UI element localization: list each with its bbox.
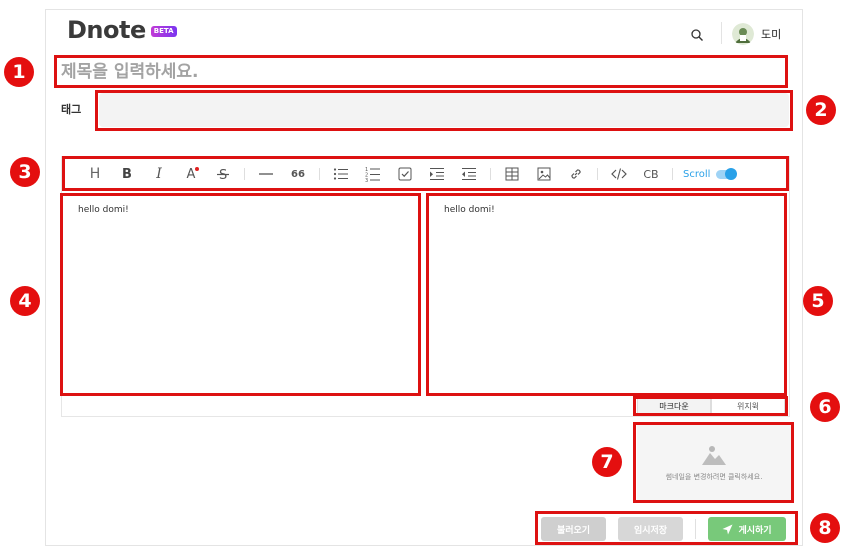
logo[interactable]: Dnote BETA: [67, 16, 177, 44]
toolbar-divider: [319, 168, 320, 180]
scroll-sync-label: Scroll: [683, 168, 711, 180]
username[interactable]: 도미: [761, 26, 781, 42]
publish-label: 게시하기: [738, 525, 772, 536]
indent-icon: [430, 168, 444, 180]
heading-button[interactable]: H: [82, 160, 108, 188]
annotation-marker-8: 8: [810, 513, 840, 543]
avatar[interactable]: [732, 23, 754, 45]
tag-input[interactable]: [99, 93, 789, 127]
beta-badge: BETA: [150, 25, 177, 37]
tag-label: 태그: [61, 103, 82, 116]
annotation-marker-5: 5: [803, 286, 833, 316]
markdown-editor[interactable]: hello domi!: [62, 195, 419, 394]
table-icon: [505, 167, 519, 181]
toolbar-divider: [672, 168, 673, 180]
indent-button[interactable]: [424, 160, 450, 188]
title-input[interactable]: [58, 58, 785, 86]
header-divider: [721, 22, 722, 44]
svg-text:3: 3: [365, 178, 368, 182]
image-button[interactable]: [531, 160, 557, 188]
annotation-marker-3: 3: [10, 157, 40, 187]
preview-text: hello domi!: [444, 205, 495, 215]
annotation-marker-2: 2: [806, 95, 836, 125]
toolbar-divider: [490, 168, 491, 180]
image-icon: [537, 167, 551, 181]
load-button[interactable]: 불러오기: [541, 517, 606, 541]
toolbar-divider: [244, 168, 245, 180]
scroll-sync-toggle[interactable]: [716, 167, 738, 180]
link-icon: [571, 169, 581, 179]
thumbnail-image-icon: [702, 445, 726, 465]
markdown-text: hello domi!: [78, 205, 129, 215]
link-button[interactable]: [563, 160, 589, 188]
search-icon[interactable]: [690, 27, 704, 41]
strikethrough-button[interactable]: S: [210, 160, 236, 188]
bold-button[interactable]: B: [114, 160, 140, 188]
editor-toolbar: H B I A S 66 123 CB Scroll: [66, 160, 786, 188]
bullet-list-button[interactable]: [328, 160, 354, 188]
annotation-marker-1: 1: [4, 57, 34, 87]
bullet-list-icon: [333, 168, 348, 180]
red-dot-icon: [195, 167, 199, 171]
text-color-button[interactable]: A: [178, 160, 204, 188]
annotation-marker-4: 4: [10, 286, 40, 316]
checkbox-icon: [398, 167, 412, 181]
code-icon: [611, 168, 627, 180]
table-button[interactable]: [499, 160, 525, 188]
numbered-list-icon: 123: [365, 167, 380, 182]
action-divider: [695, 519, 696, 539]
numbered-list-button[interactable]: 123: [360, 160, 386, 188]
thumbnail-uploader[interactable]: 썸네일을 변경하려면 클릭하세요.: [637, 425, 791, 500]
quote-button[interactable]: 66: [285, 160, 311, 188]
italic-button[interactable]: I: [146, 160, 172, 188]
tab-wysiwyg[interactable]: 위지윅: [711, 398, 785, 414]
horizontal-rule-button[interactable]: [253, 160, 279, 188]
publish-button[interactable]: 게시하기: [708, 517, 786, 541]
draft-save-button[interactable]: 임시저장: [618, 517, 683, 541]
tab-markdown[interactable]: 마크다운: [637, 398, 711, 414]
horizontal-rule-icon: [259, 173, 273, 175]
task-list-button[interactable]: [392, 160, 418, 188]
toolbar-divider: [597, 168, 598, 180]
codeblock-button[interactable]: CB: [638, 160, 664, 188]
editor-mode-tabs: 마크다운 위지윅: [637, 398, 785, 414]
send-icon: [722, 524, 733, 534]
outdent-button[interactable]: [456, 160, 482, 188]
logo-text: Dnote: [67, 16, 146, 44]
annotation-marker-6: 6: [810, 392, 840, 422]
editor-page: Dnote BETA 도미 태그 H B I A S: [0, 0, 848, 549]
thumbnail-hint: 썸네일을 변경하려면 클릭하세요.: [665, 472, 763, 481]
outdent-icon: [462, 168, 476, 180]
preview-pane: hello domi!: [428, 195, 785, 394]
annotation-marker-7: 7: [592, 447, 622, 477]
strikethrough-icon: S: [217, 168, 229, 181]
toggle-knob: [725, 167, 738, 180]
code-button[interactable]: [606, 160, 632, 188]
